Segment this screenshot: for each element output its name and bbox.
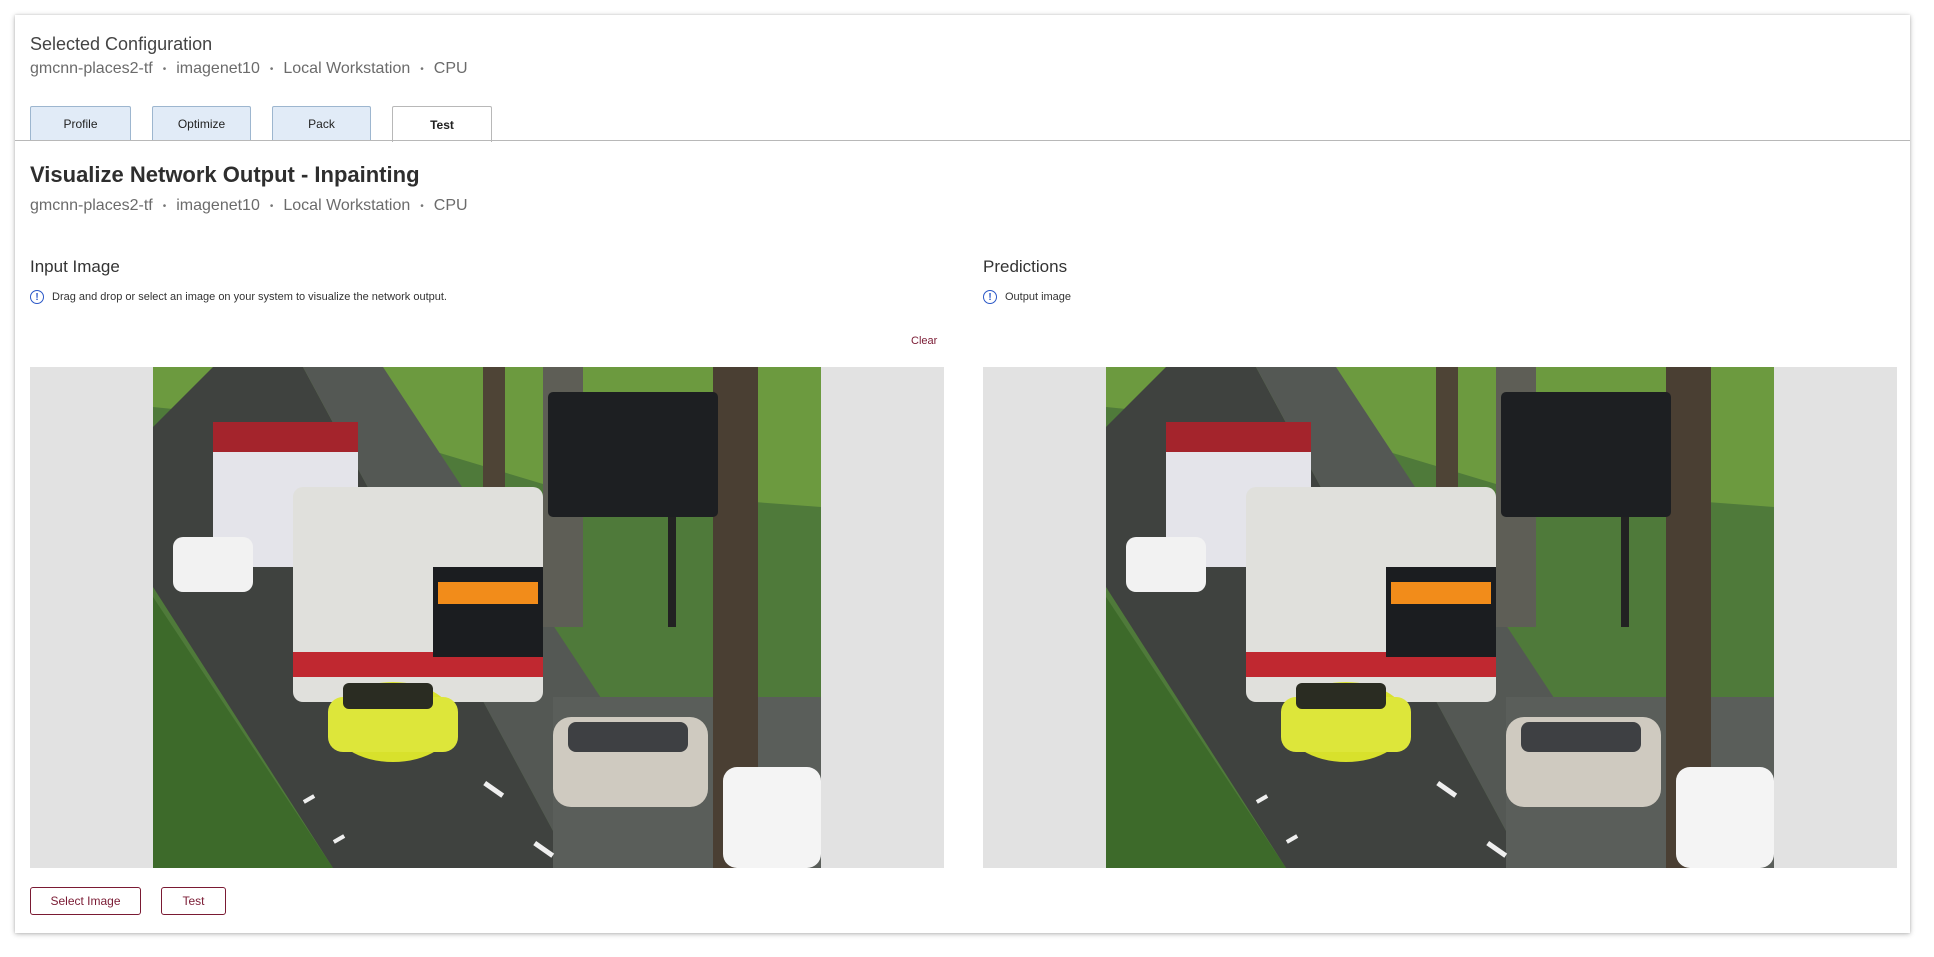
configuration-card: Selected Configuration gmcnn-places2-tf …: [15, 15, 1910, 933]
separator-dot: •: [269, 63, 274, 75]
separator-dot: •: [162, 200, 167, 212]
device-name: CPU: [433, 197, 468, 214]
select-image-button[interactable]: Select Image: [30, 887, 141, 915]
test-button[interactable]: Test: [161, 887, 226, 915]
tab-optimize[interactable]: Optimize: [152, 106, 251, 140]
tab-test[interactable]: Test: [392, 106, 492, 142]
input-hint: ! Drag and drop or select an image on yo…: [30, 290, 447, 304]
street-photo: [1106, 367, 1774, 868]
separator-dot: •: [162, 63, 167, 75]
page-title: Visualize Network Output - Inpainting: [30, 162, 420, 187]
page-breadcrumb: gmcnn-places2-tf • imagenet10 • Local Wo…: [30, 197, 468, 215]
input-hint-text: Drag and drop or select an image on your…: [52, 291, 447, 303]
street-photo: [153, 367, 821, 868]
separator-dot: •: [420, 200, 424, 212]
model-name: gmcnn-places2-tf: [30, 197, 153, 214]
predictions-title: Predictions: [983, 257, 1068, 276]
device-name: CPU: [433, 60, 468, 77]
selected-configuration-title: Selected Configuration: [30, 34, 213, 54]
input-image-dropzone[interactable]: [30, 367, 944, 868]
target-name: Local Workstation: [283, 197, 411, 214]
info-icon: !: [30, 290, 44, 304]
input-image: [153, 367, 821, 868]
separator-dot: •: [420, 63, 424, 75]
target-name: Local Workstation: [283, 60, 411, 77]
configuration-breadcrumb: gmcnn-places2-tf • imagenet10 • Local Wo…: [30, 60, 468, 78]
dataset-name: imagenet10: [176, 197, 260, 214]
info-icon: !: [983, 290, 997, 304]
predictions-hint: ! Output image: [983, 290, 1071, 304]
input-image-title: Input Image: [30, 257, 120, 276]
output-image: [1106, 367, 1774, 868]
separator-dot: •: [269, 200, 274, 212]
dataset-name: imagenet10: [176, 60, 260, 77]
clear-link[interactable]: Clear: [911, 335, 937, 347]
predictions-panel: [983, 367, 1897, 868]
tab-profile[interactable]: Profile: [30, 106, 131, 140]
tab-pack[interactable]: Pack: [272, 106, 371, 140]
predictions-hint-text: Output image: [1005, 291, 1072, 303]
tab-bar: Profile Optimize Pack Test: [30, 106, 513, 142]
tab-divider: [15, 140, 1910, 141]
model-name: gmcnn-places2-tf: [30, 60, 153, 77]
